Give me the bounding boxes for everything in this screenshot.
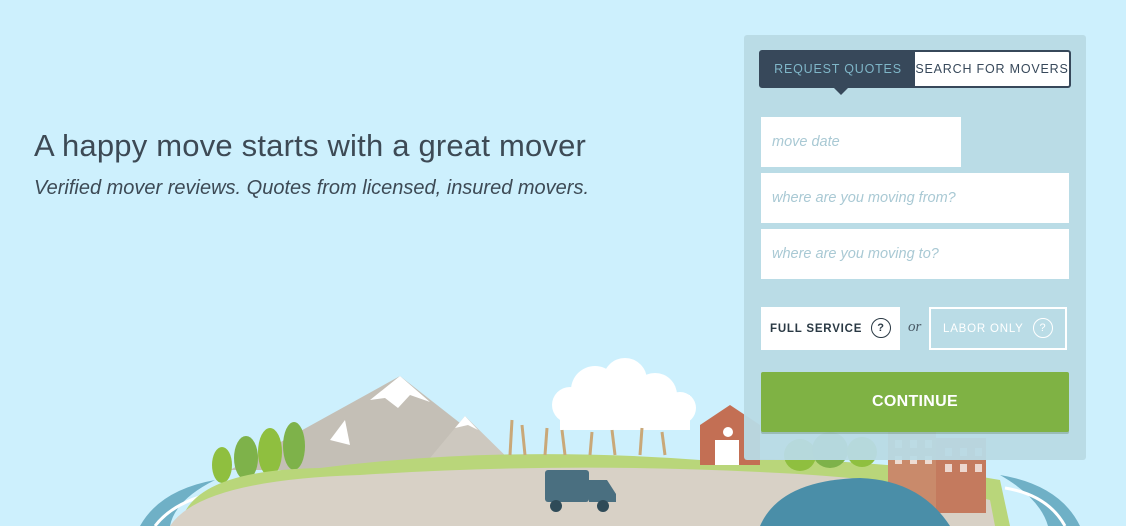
labor-only-label: LABOR ONLY [943, 322, 1024, 335]
full-service-option[interactable]: FULL SERVICE ? [761, 307, 900, 350]
hero-section: A happy move starts with a great mover V… [0, 0, 1126, 526]
moving-to-input[interactable] [761, 229, 1069, 279]
tab-request-quotes[interactable]: REQUEST QUOTES [761, 52, 915, 95]
clouds [552, 358, 696, 430]
help-icon[interactable]: ? [1033, 318, 1053, 338]
move-date-input[interactable] [761, 117, 961, 167]
quote-form-panel: REQUEST QUOTES SEARCH FOR MOVERS FULL SE… [744, 35, 1086, 460]
tab-search-for-movers[interactable]: SEARCH FOR MOVERS [915, 52, 1069, 86]
page-subheadline: Verified mover reviews. Quotes from lice… [34, 177, 590, 199]
help-icon[interactable]: ? [871, 318, 891, 338]
moving-from-input[interactable] [761, 173, 1069, 223]
page-headline: A happy move starts with a great mover [34, 128, 587, 163]
continue-button[interactable]: CONTINUE [761, 372, 1069, 432]
full-service-label: FULL SERVICE [770, 322, 863, 335]
form-tabs: REQUEST QUOTES SEARCH FOR MOVERS [759, 50, 1071, 95]
labor-only-option[interactable]: LABOR ONLY ? [929, 307, 1067, 350]
or-separator: or [908, 319, 922, 335]
